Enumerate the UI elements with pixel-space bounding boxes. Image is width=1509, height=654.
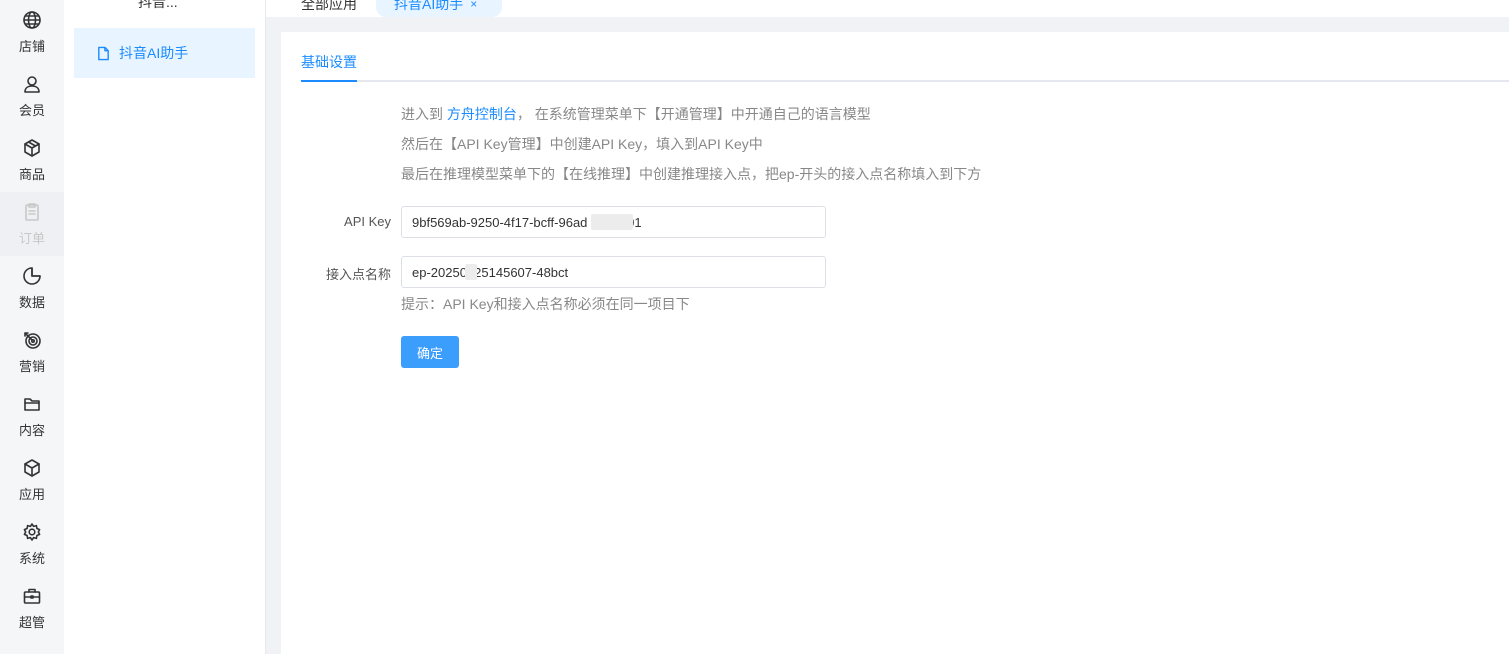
app-submenu: 抖音AI助手 (64, 0, 266, 654)
nav-item-apps[interactable]: 应用 (0, 448, 64, 512)
document-icon (98, 46, 109, 60)
nav-item-product[interactable]: 商品 (0, 128, 64, 192)
nav-item-data[interactable]: 数据 (0, 256, 64, 320)
gear-icon (23, 522, 41, 541)
nav-item-label: 订单 (18, 230, 45, 246)
instruction-line-1: 进入到 方舟控制台， 在系统管理菜单下【开通管理】中开通自己的语言模型 (401, 104, 871, 124)
pie-chart-icon (23, 266, 41, 285)
app-root: 店铺 会员 商品 订单 数据 营销 内容 应用 系统 超管 抖音AI助手 抖音.… (0, 0, 1509, 654)
cube-icon (24, 458, 40, 477)
redaction-mask (465, 264, 477, 280)
nav-item-label: 营销 (18, 358, 45, 374)
globe-icon (23, 10, 41, 29)
tab-label: 全部应用 (301, 0, 357, 12)
instruction-line-2: 然后在【API Key管理】中创建API Key，填入到API Key中 (401, 136, 763, 152)
redaction-mask (591, 214, 633, 230)
nav-item-label: 数据 (18, 294, 45, 310)
nav-item-label: 应用 (18, 486, 45, 502)
api-key-label: API Key (344, 214, 391, 229)
nav-item-label: 店铺 (18, 38, 45, 54)
main-nav-rail: 店铺 会员 商品 订单 数据 营销 内容 应用 系统 超管 (0, 0, 64, 654)
nav-item-store[interactable]: 店铺 (0, 0, 64, 64)
nav-item-marketing[interactable]: 营销 (0, 320, 64, 384)
nav-item-label: 商品 (18, 166, 45, 182)
form-hint: 提示：API Key和接入点名称必须在同一项目下 (401, 296, 690, 312)
tab-label: 抖音AI助手 (394, 0, 464, 12)
main-area: 全部应用 抖音AI助手 × 基础设置 进入到 方舟控制台， 在系统管理菜单下【开… (266, 0, 1509, 654)
nav-item-superadmin[interactable]: 超管 (0, 576, 64, 640)
endpoint-label: 接入点名称 (325, 267, 391, 282)
console-link[interactable]: 方舟控制台 (447, 106, 517, 122)
instruction-text: 进入到 (401, 106, 447, 122)
subtab-basic-settings[interactable]: 基础设置 (301, 52, 357, 82)
tab-all-apps[interactable]: 全部应用 (283, 0, 375, 17)
instruction-text: ， 在系统管理菜单下【开通管理】中开通自己的语言模型 (516, 106, 871, 122)
nav-item-member[interactable]: 会员 (0, 64, 64, 128)
submenu-item-label: 抖音AI助手 (119, 45, 189, 61)
folder-icon (24, 397, 40, 411)
clipboard-icon (25, 202, 39, 221)
nav-item-label: 系统 (18, 550, 45, 566)
box-icon (24, 138, 40, 157)
nav-item-label: 超管 (18, 614, 45, 630)
nav-item-label: 内容 (18, 422, 45, 438)
nav-item-content[interactable]: 内容 (0, 384, 64, 448)
page-tabbar: 全部应用 抖音AI助手 × (266, 0, 1509, 17)
close-icon[interactable]: × (470, 0, 477, 11)
confirm-button[interactable]: 确定 (401, 336, 459, 368)
settings-subtabs: 基础设置 (301, 52, 1509, 82)
user-icon (24, 75, 40, 93)
briefcase-icon (23, 588, 41, 604)
nav-item-system[interactable]: 系统 (0, 512, 64, 576)
settings-panel: 基础设置 进入到 方舟控制台， 在系统管理菜单下【开通管理】中开通自己的语言模型… (281, 32, 1509, 654)
instruction-line-3: 最后在推理模型菜单下的【在线推理】中创建推理接入点，把ep-开头的接入点名称填入… (401, 166, 982, 182)
target-icon (24, 331, 41, 349)
tab-douyin-ai[interactable]: 抖音AI助手 × (376, 0, 502, 17)
nav-item-order[interactable]: 订单 (0, 192, 64, 256)
submenu-item-douyin-ai[interactable]: 抖音AI助手 (74, 28, 255, 78)
nav-item-label: 会员 (18, 102, 45, 118)
